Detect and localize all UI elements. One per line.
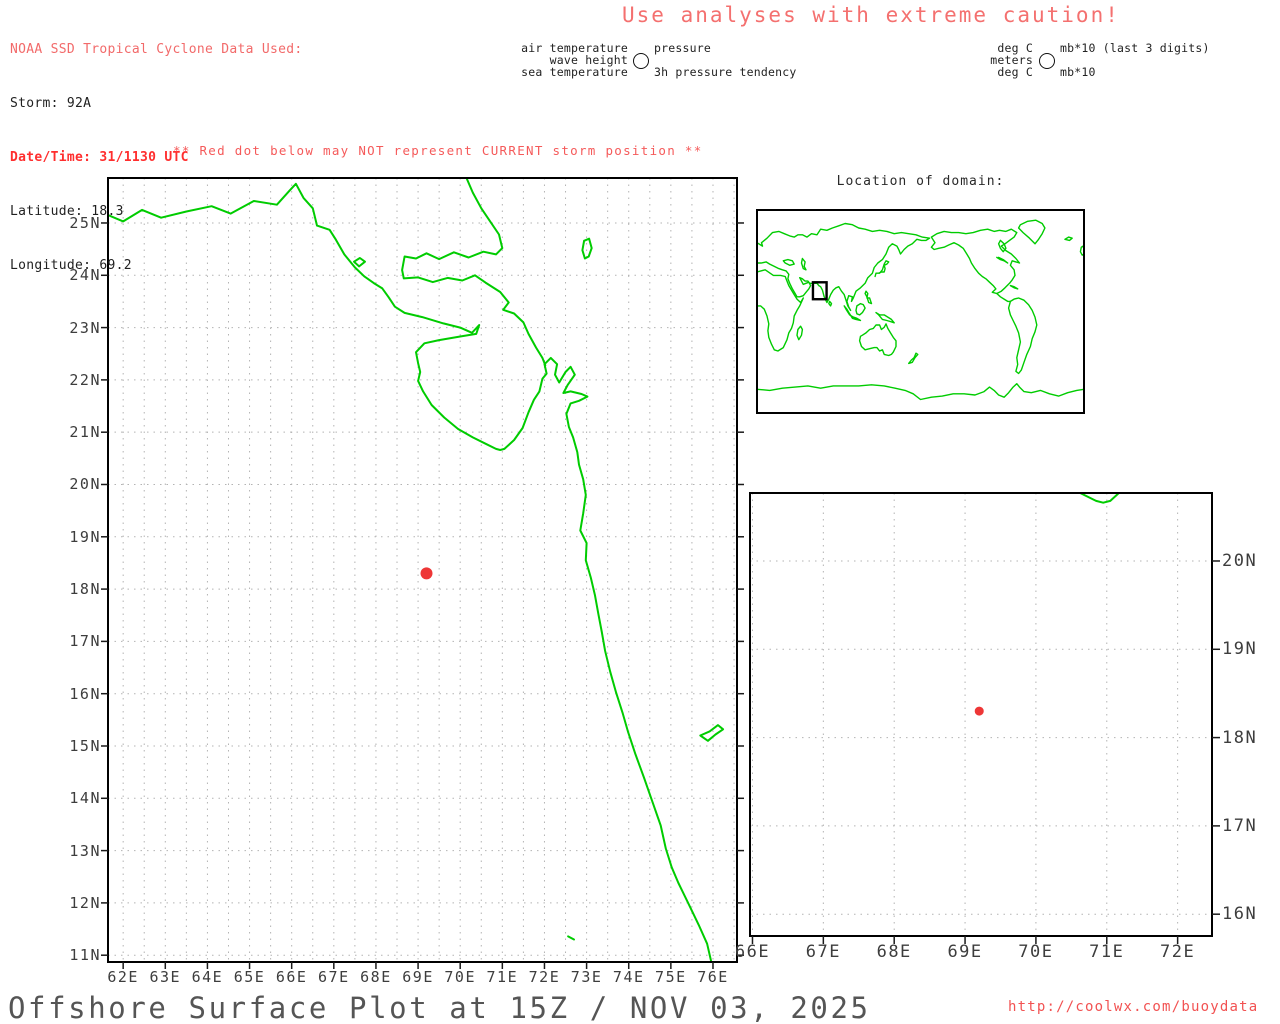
main-yaxis-label: 25N	[69, 213, 101, 232]
inset-xaxis-label: 70E	[1018, 942, 1054, 962]
caution-headline: Use analyses with extreme caution!	[622, 3, 1120, 27]
inset-xaxis-label: 72E	[1160, 942, 1196, 962]
world-coastline	[1009, 284, 1019, 290]
main-yaxis-label: 18N	[69, 580, 101, 599]
main-coastline	[699, 724, 725, 742]
main-coastline	[401, 178, 547, 367]
world-coastline	[843, 305, 862, 322]
main-yaxis-label: 11N	[69, 946, 101, 965]
world-coastline	[757, 383, 1084, 401]
inset-yaxis-label: 20N	[1222, 550, 1258, 571]
main-yaxis-label: 21N	[69, 423, 101, 442]
inset-coastline	[938, 44, 1179, 360]
inset-coastline	[1241, 146, 1257, 180]
legend-unit-mb-last3: mb*10 (last 3 digits)	[1060, 41, 1210, 55]
main-yaxis-label: 19N	[69, 527, 101, 546]
main-yaxis-label: 12N	[69, 893, 101, 912]
inset-xaxis-label: 69E	[947, 942, 983, 962]
world-coastline	[828, 300, 833, 307]
main-yaxis-label: 13N	[69, 841, 101, 860]
inset-xaxis-label: 67E	[805, 942, 841, 962]
main-yaxis-label: 15N	[69, 736, 101, 755]
world-map-layer	[757, 219, 1084, 401]
storm-info-source: NOAA SSD Tropical Cyclone Data Used:	[10, 42, 303, 57]
world-coastline	[757, 222, 931, 312]
legend-sea-temperature: sea temperature	[521, 65, 628, 79]
storm-info-id: Storm: 92A	[10, 96, 92, 111]
station-circle-icon	[1039, 53, 1055, 69]
storm-info-latitude: Latitude: 18.3	[10, 204, 124, 219]
inset-map-layer	[750, 44, 1257, 936]
main-ticks	[101, 222, 744, 969]
main-coastline	[353, 257, 366, 268]
main-yaxis-label: 17N	[69, 632, 101, 651]
world-coastline	[855, 302, 866, 316]
world-coastline	[908, 352, 919, 365]
world-coastline	[875, 311, 895, 324]
plot-title: Offshore Surface Plot at 15Z / NOV 03, 2…	[8, 991, 871, 1024]
legend-unit-degc-bottom: deg C	[997, 65, 1033, 79]
inset-xaxis-label: 71E	[1089, 942, 1125, 962]
world-coastline	[996, 256, 1009, 264]
buoydata-link[interactable]: http://coolwx.com/buoydata	[1008, 999, 1258, 1015]
inset-coastline	[1077, 493, 1121, 504]
world-coastline	[796, 325, 804, 341]
storm-info-block: NOAA SSD Tropical Cyclone Data Used: Sto…	[10, 5, 303, 311]
world-coastline	[800, 257, 807, 271]
domain-inset-title: Location of domain:	[836, 174, 1005, 189]
legend-unit-mb: mb*10	[1060, 65, 1096, 79]
page: NOAA SSD Tropical Cyclone Data Used: Sto…	[0, 0, 1280, 1024]
world-coastline	[996, 292, 1012, 303]
world-coastline	[1007, 297, 1038, 375]
world-coastline	[1064, 236, 1073, 242]
world-coastline	[864, 290, 873, 305]
legend-pressure-tendency: 3h pressure tendency	[654, 65, 797, 79]
storm-info-longitude: Longitude: 69.2	[10, 258, 132, 273]
main-yaxis-label: 14N	[69, 789, 101, 808]
inset-ticks	[751, 560, 1220, 944]
inset-yaxis-label: 17N	[1222, 815, 1258, 836]
inset-storm-dot	[974, 706, 984, 716]
inset-xaxis-label: 66E	[734, 942, 771, 962]
world-coastline	[1017, 219, 1046, 245]
inset-yaxis-label: 18N	[1222, 727, 1258, 748]
inset-yaxis-label: 16N	[1222, 904, 1258, 925]
storm-position-warning: ** Red dot below may NOT represent CURRE…	[173, 143, 703, 158]
main-yaxis-label: 22N	[69, 370, 101, 389]
inset-yaxis-label: 19N	[1222, 639, 1258, 660]
main-yaxis-label: 20N	[69, 475, 101, 494]
main-yaxis-label: 24N	[69, 266, 101, 285]
world-coastline	[757, 269, 804, 352]
main-yaxis-label: 16N	[69, 684, 101, 703]
world-coastline	[858, 323, 897, 357]
main-coastline	[567, 935, 575, 941]
main-xaxis-label: 76E	[697, 968, 729, 986]
station-circle-icon	[633, 53, 649, 69]
main-coastline	[581, 237, 593, 260]
main-yaxis-label: 23N	[69, 318, 101, 337]
main-storm-dot	[420, 567, 433, 580]
world-coastline	[782, 258, 795, 266]
inset-xaxis-label: 68E	[876, 942, 912, 962]
legend-pressure: pressure	[654, 41, 711, 55]
